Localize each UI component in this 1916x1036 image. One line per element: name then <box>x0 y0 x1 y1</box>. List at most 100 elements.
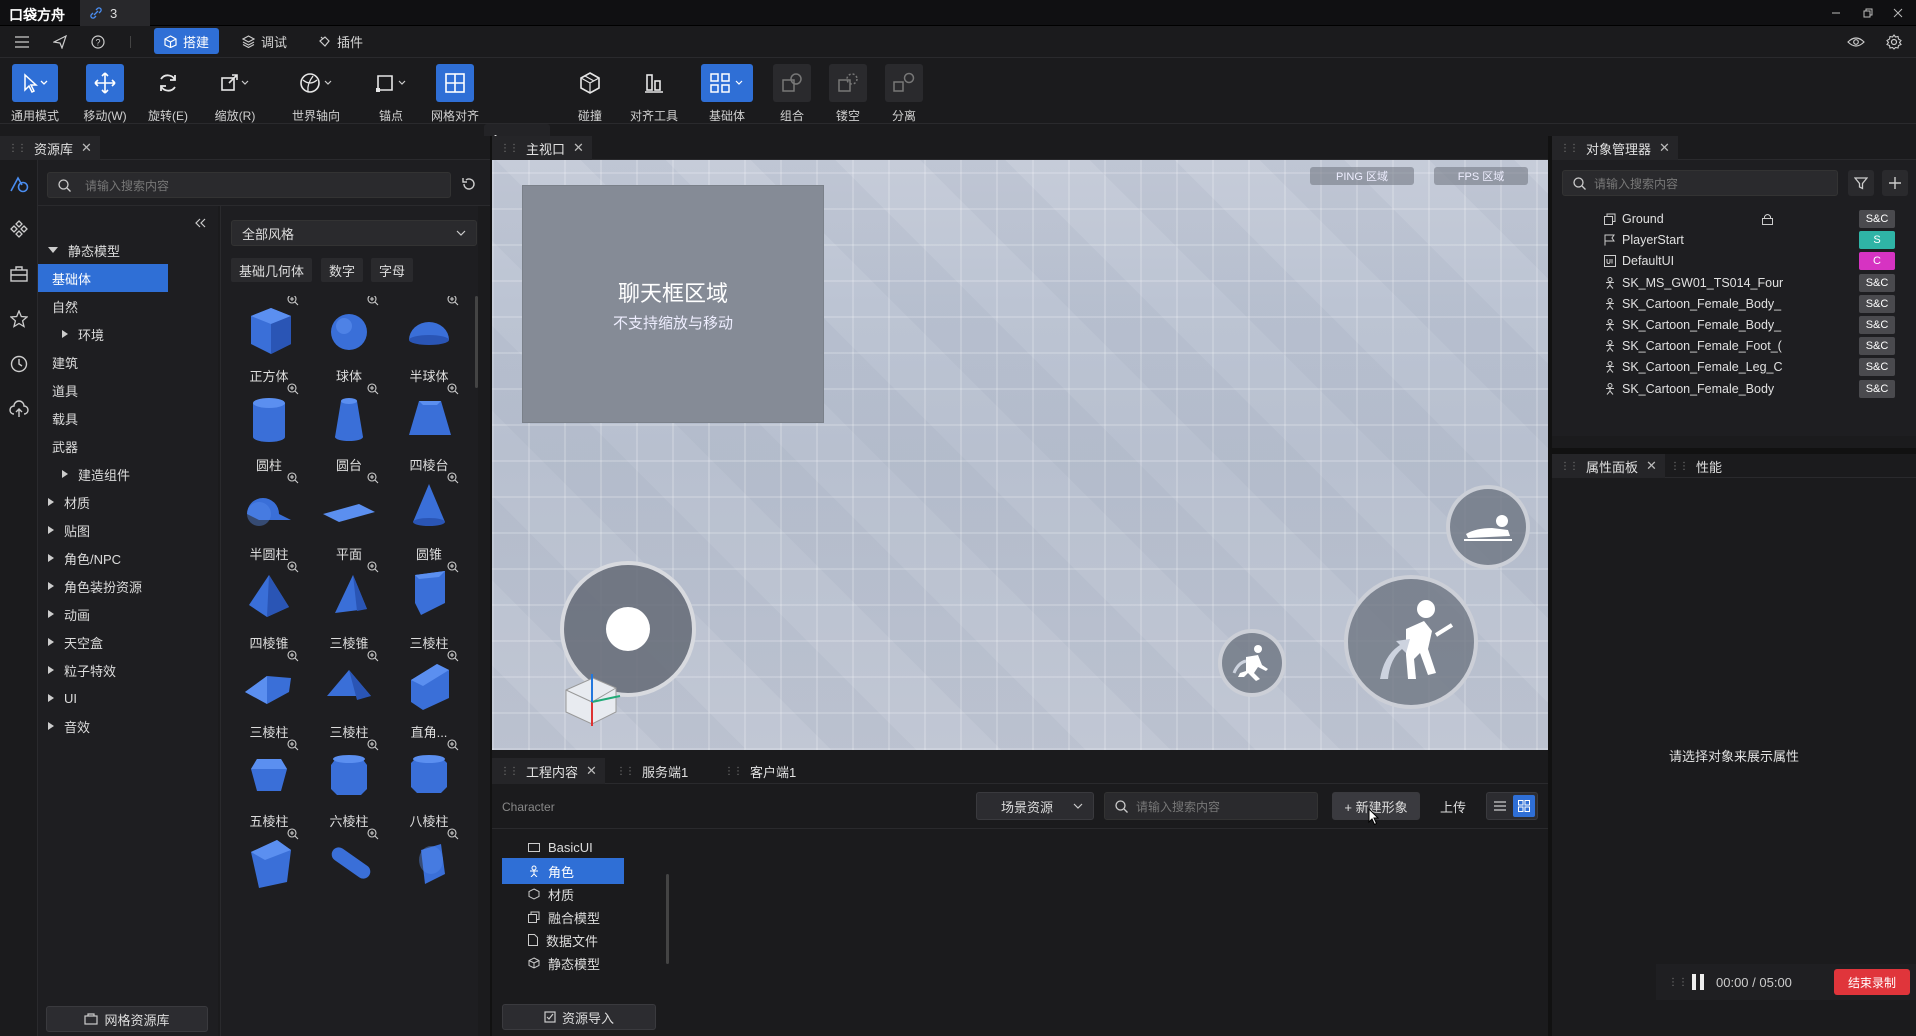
tool-move[interactable]: 移动(W) <box>72 64 138 124</box>
tool-select[interactable]: 通用模式 <box>2 64 68 124</box>
add-object-icon[interactable] <box>1882 170 1908 196</box>
project-search-input[interactable]: 请输入搜索内容 <box>1104 792 1318 820</box>
tab-debug[interactable]: 调试 <box>232 28 297 54</box>
drag-handle-icon[interactable]: ⋮⋮ <box>1560 461 1579 472</box>
tool-primitive[interactable]: 基础体 <box>694 64 760 124</box>
panel-splitter[interactable] <box>490 136 492 1036</box>
collapse-panel-icon[interactable] <box>194 218 206 228</box>
tool-anchor[interactable]: 锚点 <box>358 64 424 124</box>
drag-handle-icon[interactable]: ⋮⋮ <box>616 766 635 777</box>
zoom-in-icon[interactable] <box>287 828 299 840</box>
tool-collision[interactable]: 碰撞 <box>557 64 623 124</box>
category-item[interactable]: UI <box>38 684 208 712</box>
drag-handle-icon[interactable]: ⋮⋮ <box>1668 977 1688 988</box>
zoom-in-icon[interactable] <box>367 739 379 751</box>
zoom-in-icon[interactable] <box>447 383 459 395</box>
hamburger-menu-icon[interactable] <box>12 32 32 52</box>
tab-main-viewport[interactable]: ⋮⋮ 主视口 ✕ <box>492 136 592 160</box>
toolbox-icon[interactable] <box>9 264 29 284</box>
refresh-icon[interactable] <box>461 176 479 194</box>
tab-plugins[interactable]: 插件 <box>308 28 373 54</box>
category-item[interactable]: 基础体 <box>38 264 168 292</box>
history-clock-icon[interactable] <box>9 354 29 374</box>
scene-resource-select[interactable]: 场景资源 <box>976 792 1094 820</box>
pause-icon[interactable] <box>1692 974 1704 990</box>
caret-right-icon[interactable] <box>48 526 54 534</box>
asset-tile[interactable]: 直角... <box>393 650 465 752</box>
tab-server[interactable]: ⋮⋮ 服务端1 <box>608 758 696 784</box>
send-icon[interactable] <box>50 32 70 52</box>
project-tree-scrollbar[interactable] <box>666 874 669 964</box>
drag-handle-icon[interactable]: ⋮⋮ <box>500 766 519 777</box>
category-item[interactable]: 静态模型 <box>38 236 208 264</box>
zoom-in-icon[interactable] <box>447 472 459 484</box>
close-icon[interactable]: ✕ <box>1646 458 1657 474</box>
project-tree-item[interactable]: 静态模型 <box>502 950 624 976</box>
zoom-in-icon[interactable] <box>287 383 299 395</box>
caret-right-icon[interactable] <box>48 610 54 618</box>
asset-tile[interactable]: 平面 <box>313 472 385 574</box>
category-item[interactable]: 贴图 <box>38 516 208 544</box>
zoom-in-icon[interactable] <box>367 650 379 662</box>
category-item[interactable]: 道具 <box>38 376 208 404</box>
category-item[interactable]: 环境 <box>38 320 208 348</box>
zoom-in-icon[interactable] <box>367 296 379 306</box>
panel-splitter[interactable] <box>1552 448 1916 454</box>
caret-right-icon[interactable] <box>62 470 68 478</box>
asset-tile[interactable]: 圆台 <box>313 383 385 485</box>
tab-asset-library[interactable]: ⋮⋮ 资源库 ✕ <box>0 136 100 160</box>
close-icon[interactable]: ✕ <box>1659 140 1670 156</box>
drag-handle-icon[interactable]: ⋮⋮ <box>8 143 27 154</box>
asset-tile[interactable]: 正方体 <box>233 296 305 396</box>
category-item[interactable]: 粒子特效 <box>38 656 208 684</box>
asset-tile[interactable]: 半圆柱 <box>233 472 305 574</box>
asset-tile[interactable]: 三棱柱 <box>393 561 465 663</box>
import-assets-button[interactable]: 资源导入 <box>502 1004 656 1030</box>
zoom-in-icon[interactable] <box>367 828 379 840</box>
close-icon[interactable]: ✕ <box>81 140 92 156</box>
caret-right-icon[interactable] <box>48 722 54 730</box>
zoom-in-icon[interactable] <box>447 561 459 573</box>
restore-icon[interactable] <box>1858 3 1878 23</box>
chip-numbers[interactable]: 数字 <box>321 258 364 282</box>
caret-right-icon[interactable] <box>48 498 54 506</box>
chip-basic-geometry[interactable]: 基础几何体 <box>231 258 313 282</box>
asset-tile[interactable]: 三棱柱 <box>233 650 305 752</box>
filter-icon[interactable] <box>1848 170 1874 196</box>
close-icon[interactable]: ✕ <box>586 763 597 779</box>
settings-gear-icon[interactable] <box>1884 32 1904 52</box>
category-item[interactable]: 音效 <box>38 712 208 740</box>
list-view-icon[interactable] <box>1489 795 1511 817</box>
tool-grid-snap[interactable]: 网格对齐 <box>422 64 488 124</box>
object-row[interactable]: SK_Cartoon_Female_Body S&C <box>1552 376 1916 402</box>
caret-right-icon[interactable] <box>48 582 54 590</box>
asset-tile[interactable] <box>233 828 305 930</box>
zoom-in-icon[interactable] <box>367 472 379 484</box>
jump-button[interactable] <box>1344 575 1478 709</box>
close-window-icon[interactable] <box>1888 3 1908 23</box>
asset-tile[interactable]: 五棱柱 <box>233 739 305 841</box>
asset-tile[interactable]: 六棱柱 <box>313 739 385 841</box>
asset-tile[interactable]: 球体 <box>313 296 385 396</box>
tool-rotate[interactable]: 旋转(E) <box>135 64 201 124</box>
category-item[interactable]: 武器 <box>38 432 208 460</box>
style-filter-select[interactable]: 全部风格 <box>231 220 477 246</box>
star-icon[interactable] <box>9 309 29 329</box>
tab-build[interactable]: 搭建 <box>154 28 220 54</box>
mesh-library-button[interactable]: 网格资源库 <box>46 1006 208 1032</box>
category-item[interactable]: 天空盒 <box>38 628 208 656</box>
tool-align[interactable]: 对齐工具 <box>621 64 687 124</box>
tool-scale[interactable]: 缩放(R) <box>202 64 268 124</box>
zoom-in-icon[interactable] <box>447 296 459 306</box>
caret-down-icon[interactable] <box>48 247 58 253</box>
tool-world-axis[interactable]: 世界轴向 <box>283 64 349 124</box>
upload-button[interactable]: 上传 <box>1430 792 1476 820</box>
zoom-in-icon[interactable] <box>367 561 379 573</box>
grid-view-icon[interactable] <box>1513 795 1535 817</box>
cloud-upload-icon[interactable] <box>9 399 29 419</box>
category-item[interactable]: 动画 <box>38 600 208 628</box>
category-item[interactable]: 载具 <box>38 404 208 432</box>
caret-right-icon[interactable] <box>48 666 54 674</box>
help-icon[interactable]: ? <box>88 32 108 52</box>
zoom-in-icon[interactable] <box>447 739 459 751</box>
